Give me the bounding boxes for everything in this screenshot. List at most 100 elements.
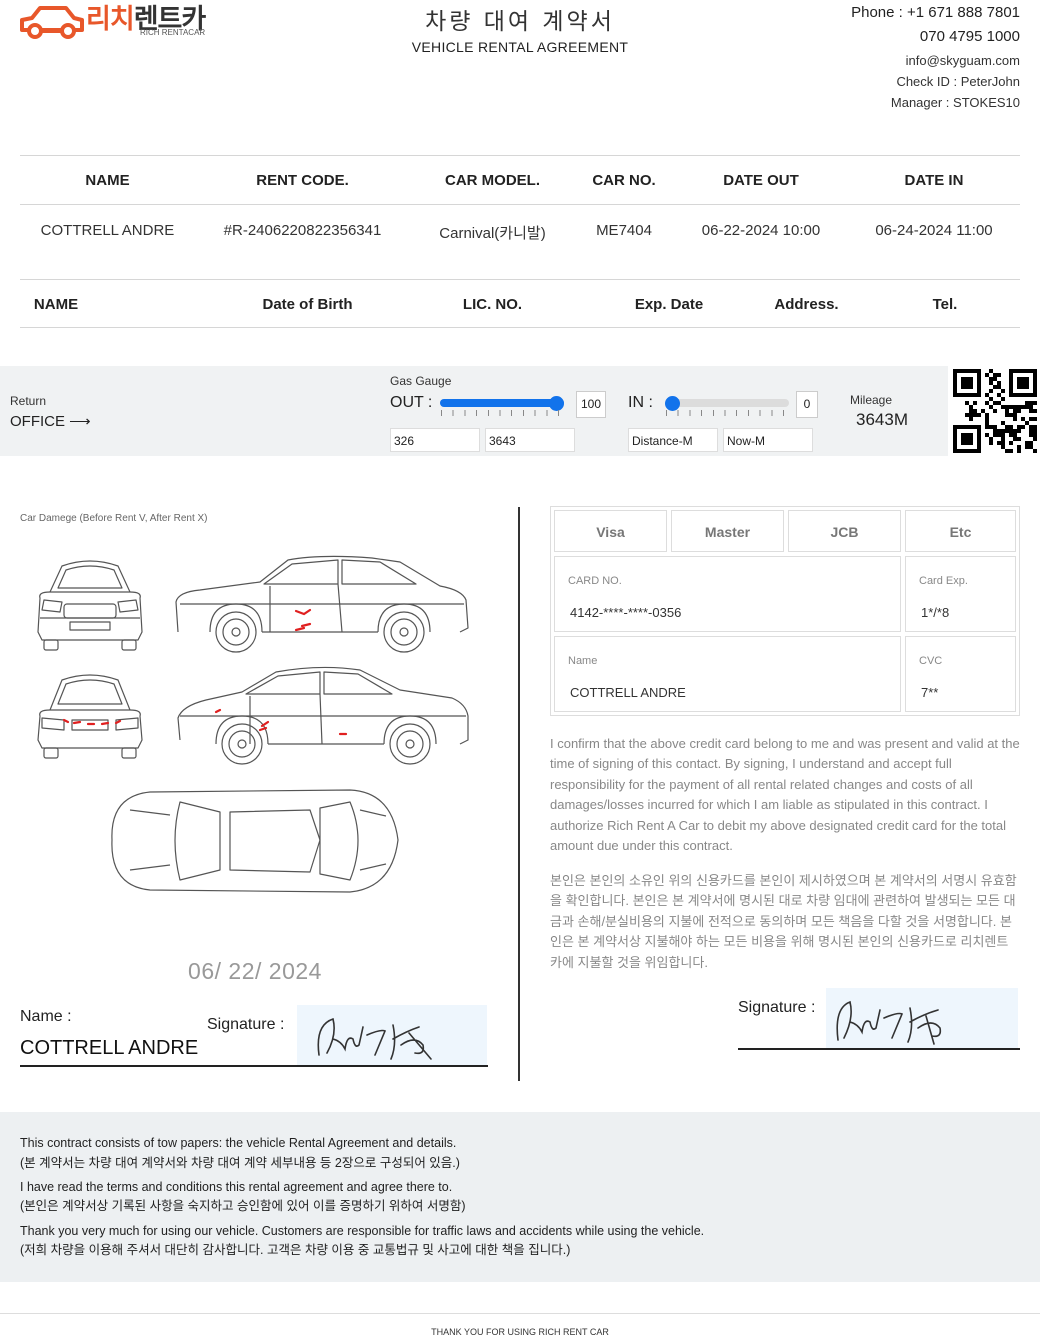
check-id: Check ID : PeterJohn xyxy=(896,74,1020,89)
company-logo: 리치렌트카 RICH RENTACAR xyxy=(18,0,223,44)
mileage-value: 3643M xyxy=(856,410,908,429)
customer-name-label: Name : xyxy=(20,1008,72,1025)
col-header-car-model: CAR MODEL. xyxy=(445,172,540,189)
terms-english: I confirm that the above credit card bel… xyxy=(550,736,1020,854)
col-header-rent-code: RENT CODE. xyxy=(256,172,349,189)
card-type-visa[interactable]: Visa xyxy=(554,510,667,552)
gas-out-slider-knob[interactable] xyxy=(549,396,564,411)
page-title-en: VEHICLE RENTAL AGREEMENT xyxy=(411,39,629,55)
footer-line1-kr: (본 계약서는 차량 대여 계약서와 차량 대여 계약 세부내용 등 2장으로 … xyxy=(20,1156,460,1170)
signing-date: 06/ 22/ 2024 xyxy=(188,958,322,984)
col-header-date-in: DATE IN xyxy=(904,172,964,189)
car-front-view xyxy=(37,560,143,651)
car-top-view xyxy=(111,789,399,893)
cell-date-in: 06-24-2024 11:00 xyxy=(875,222,993,239)
phone-primary: Phone : +1 671 888 7801 xyxy=(851,4,1020,21)
cardholder-label: Name xyxy=(568,655,598,667)
phone-secondary: 070 4795 1000 xyxy=(919,28,1020,45)
table-border xyxy=(20,327,1020,328)
cell-rent-code: #R-2406220822356341 xyxy=(223,222,382,239)
gas-in-slider-track xyxy=(665,399,789,407)
col-header-address: Address. xyxy=(774,296,839,313)
return-value: OFFICE ⟶ xyxy=(10,413,91,430)
signature-scribble-right-icon xyxy=(836,1000,942,1045)
card-type-jcb[interactable]: JCB xyxy=(788,510,901,552)
customer-name-value: COTTRELL ANDRE xyxy=(20,1037,199,1059)
footer-line2-en: I have read the terms and conditions thi… xyxy=(20,1180,453,1194)
email: info@skyguam.com xyxy=(905,53,1020,68)
signature-box-right[interactable] xyxy=(826,988,1018,1048)
gas-in-ticks xyxy=(666,410,786,416)
card-number-label: CARD NO. xyxy=(568,575,622,587)
table-border xyxy=(20,204,1020,205)
signature-scribble-left-icon xyxy=(317,1017,432,1060)
cell-car-model: Carnival(카니발) xyxy=(439,225,546,242)
signature-line-left xyxy=(20,1065,488,1067)
cvc-cell: CVC 7** xyxy=(905,636,1016,712)
odometer-in-field[interactable]: 3643 xyxy=(485,428,575,452)
mileage-label: Mileage xyxy=(850,393,893,407)
car-rear-view xyxy=(37,674,143,759)
cvc-label: CVC xyxy=(919,655,943,667)
card-type-master[interactable]: Master xyxy=(671,510,784,552)
cell-car-no: ME7404 xyxy=(596,222,652,239)
col-header-driver-name: NAME xyxy=(33,296,79,313)
now-mileage-field[interactable]: Now-M xyxy=(723,428,813,452)
signature-box-left[interactable] xyxy=(297,1005,487,1065)
card-exp-value: 1*/*8 xyxy=(921,605,950,620)
card-number-value: 4142-****-****-0356 xyxy=(570,605,682,620)
cell-name: COTTRELL ANDRE xyxy=(40,222,175,239)
col-header-license: LIC. NO. xyxy=(462,296,523,313)
car-logo-icon xyxy=(20,6,84,39)
col-header-car-no: CAR NO. xyxy=(592,172,656,189)
distance-field[interactable]: Distance-M xyxy=(628,428,718,452)
cardholder-value: COTTRELL ANDRE xyxy=(570,685,686,700)
gas-in-value[interactable]: 0 xyxy=(796,391,818,418)
gas-out-slider-track xyxy=(440,399,564,407)
odometer-out-field[interactable]: 326 xyxy=(390,428,480,452)
footer-line3-en: Thank you very much for using our vehicl… xyxy=(20,1224,705,1238)
terms-korean: 본인은 본인의 소유인 위의 신용카드를 본인이 제시하였으며 본 계약서의 서… xyxy=(550,873,1017,970)
gas-out-ticks xyxy=(441,410,561,416)
table-border xyxy=(20,155,1020,156)
card-exp-cell: Card Exp. 1*/*8 xyxy=(905,556,1016,632)
card-type-etc[interactable]: Etc xyxy=(905,510,1016,552)
col-header-exp-date: Exp. Date xyxy=(634,296,704,313)
thank-you-note: THANK YOU FOR USING RICH RENT CAR xyxy=(431,1327,609,1337)
col-header-tel: Tel. xyxy=(932,296,958,313)
cell-date-out: 06-22-2024 10:00 xyxy=(701,222,821,239)
card-number-cell: CARD NO. 4142-****-****-0356 xyxy=(554,556,901,632)
logo-text-en: RICH RENTACAR xyxy=(140,28,206,37)
footer-line2-kr: (본인은 계약서상 기록된 사항을 숙지하고 승인함에 있어 이를 증명하기 위… xyxy=(20,1199,466,1213)
page-title-kr: 차량 대여 계약서 xyxy=(425,9,615,35)
footer-line3-kr: (저희 차량을 이용해 주셔서 대단히 감사합니다. 고객은 차량 이용 중 교… xyxy=(20,1243,571,1257)
gas-out-slider-fill xyxy=(440,399,564,407)
car-left-side-view xyxy=(177,666,469,765)
damage-caption: Car Damege (Before Rent V, After Rent X) xyxy=(20,513,208,524)
gas-out-label: OUT : xyxy=(390,394,433,411)
footer-divider xyxy=(0,1313,1040,1314)
return-label: Return xyxy=(10,394,47,408)
signature-label-left: Signature : xyxy=(207,1016,285,1033)
qr-code-icon xyxy=(953,369,1037,453)
car-damage-diagram xyxy=(37,555,469,893)
gas-in-slider-knob[interactable] xyxy=(665,396,680,411)
manager: Manager : STOKES10 xyxy=(890,95,1020,110)
contact-block: Phone : +1 671 888 7801 070 4795 1000 in… xyxy=(851,3,1020,113)
cardholder-cell: Name COTTRELL ANDRE xyxy=(554,636,901,712)
col-header-date-out: DATE OUT xyxy=(723,172,799,189)
card-exp-label: Card Exp. xyxy=(919,575,968,587)
col-header-name: NAME xyxy=(85,172,130,189)
gas-in-label: IN : xyxy=(628,394,653,411)
cvc-value: 7** xyxy=(921,685,939,700)
table-border xyxy=(20,279,1020,280)
car-right-side-view xyxy=(175,555,469,653)
footer-line1-en: This contract consists of tow papers: th… xyxy=(20,1136,457,1150)
card-info-grid: Visa Master JCB Etc CARD NO. 4142-****-*… xyxy=(550,506,1020,716)
signature-label-right: Signature : xyxy=(738,999,816,1016)
signature-line-right xyxy=(738,1048,1020,1050)
gas-gauge-label: Gas Gauge xyxy=(390,374,452,388)
col-header-dob: Date of Birth xyxy=(262,296,353,313)
gas-out-value[interactable]: 100 xyxy=(576,391,606,418)
section-divider xyxy=(518,507,520,1081)
